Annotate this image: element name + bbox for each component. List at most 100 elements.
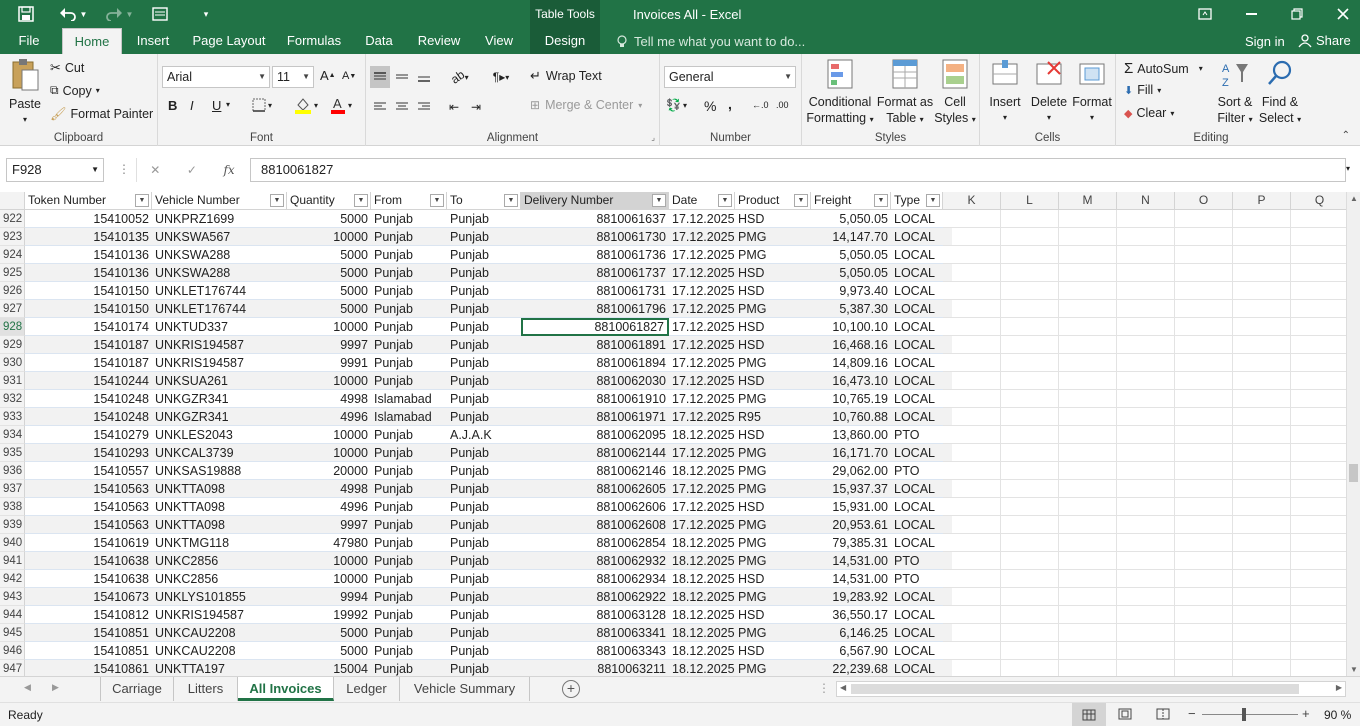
scroll-thumb[interactable] xyxy=(1349,464,1358,482)
empty-cell[interactable] xyxy=(1117,660,1175,676)
cell[interactable]: HSD xyxy=(735,498,811,516)
cell[interactable]: 17.12.2025 xyxy=(669,282,735,300)
cell[interactable]: Punjab xyxy=(447,534,521,552)
empty-cell[interactable] xyxy=(1291,462,1346,480)
cell[interactable]: 8810062605 xyxy=(521,480,669,498)
empty-cell[interactable] xyxy=(1059,480,1117,498)
column-header-8[interactable]: Freight ▼ xyxy=(811,192,891,210)
row-number[interactable]: 929 xyxy=(0,336,25,354)
empty-cell[interactable] xyxy=(1233,264,1291,282)
cell[interactable]: 15410136 xyxy=(25,246,152,264)
empty-cell[interactable] xyxy=(1233,282,1291,300)
column-header-3[interactable]: From ▼ xyxy=(371,192,447,210)
cell[interactable]: 6,146.25 xyxy=(811,624,891,642)
empty-cell[interactable] xyxy=(943,606,1001,624)
cell[interactable]: 13,860.00 xyxy=(811,426,891,444)
empty-cell[interactable] xyxy=(1291,354,1346,372)
cell[interactable]: UNKGZR341 xyxy=(152,408,287,426)
cell[interactable]: 19992 xyxy=(287,606,371,624)
cell[interactable]: 17.12.2025 xyxy=(669,516,735,534)
cell[interactable]: 5000 xyxy=(287,624,371,642)
cell[interactable]: 9997 xyxy=(287,336,371,354)
empty-cell[interactable] xyxy=(1059,336,1117,354)
empty-cell[interactable] xyxy=(1059,588,1117,606)
cell[interactable]: 5000 xyxy=(287,642,371,660)
empty-cell[interactable] xyxy=(1001,318,1059,336)
filter-dropdown-icon[interactable]: ▼ xyxy=(430,194,444,207)
empty-cell[interactable] xyxy=(943,372,1001,390)
cell[interactable]: 15410174 xyxy=(25,318,152,336)
empty-cell[interactable] xyxy=(943,318,1001,336)
cell[interactable]: 5,050.05 xyxy=(811,246,891,264)
cell[interactable]: 17.12.2025 xyxy=(669,444,735,462)
cell[interactable]: 10,765.19 xyxy=(811,390,891,408)
cell[interactable]: 15410135 xyxy=(25,228,152,246)
cell[interactable]: 16,468.16 xyxy=(811,336,891,354)
cell[interactable]: 8810062146 xyxy=(521,462,669,480)
tell-me-box[interactable]: Tell me what you want to do... xyxy=(616,34,805,49)
empty-cell[interactable] xyxy=(943,624,1001,642)
row-number[interactable]: 946 xyxy=(0,642,25,660)
empty-cell[interactable] xyxy=(1175,606,1233,624)
empty-cell[interactable] xyxy=(1117,570,1175,588)
cell[interactable]: 36,550.17 xyxy=(811,606,891,624)
cell[interactable]: HSD xyxy=(735,570,811,588)
empty-cell[interactable] xyxy=(1175,498,1233,516)
row-number[interactable]: 941 xyxy=(0,552,25,570)
cell[interactable]: Punjab xyxy=(371,318,447,336)
cell[interactable]: LOCAL xyxy=(891,246,943,264)
empty-cell[interactable] xyxy=(1233,300,1291,318)
tab-view[interactable]: View xyxy=(478,28,520,54)
empty-cell[interactable] xyxy=(1291,318,1346,336)
cell[interactable]: Punjab xyxy=(447,444,521,462)
empty-cell[interactable] xyxy=(943,498,1001,516)
cell[interactable]: UNKCAU2208 xyxy=(152,642,287,660)
empty-cell[interactable] xyxy=(1175,282,1233,300)
empty-cell[interactable] xyxy=(1117,390,1175,408)
cell[interactable]: 4996 xyxy=(287,408,371,426)
tab-split-handle[interactable]: ⋮ xyxy=(818,681,830,695)
cell[interactable]: Punjab xyxy=(371,606,447,624)
empty-cell[interactable] xyxy=(1291,480,1346,498)
row-number[interactable]: 922 xyxy=(0,210,25,228)
borders-button[interactable]: ▾ xyxy=(252,98,272,112)
cell[interactable]: 8810062854 xyxy=(521,534,669,552)
cell[interactable]: Punjab xyxy=(371,372,447,390)
empty-cell[interactable] xyxy=(1001,588,1059,606)
cell[interactable]: 18.12.2025 xyxy=(669,462,735,480)
cell[interactable]: UNKRIS194587 xyxy=(152,354,287,372)
empty-cell[interactable] xyxy=(1291,498,1346,516)
empty-cell[interactable] xyxy=(1001,408,1059,426)
wrap-text-button[interactable]: ↵ Wrap Text xyxy=(530,68,602,84)
align-top-icon[interactable] xyxy=(370,66,390,88)
scroll-right-icon[interactable]: ▶ xyxy=(1336,683,1342,692)
fill-color-button[interactable]: ▾ xyxy=(294,96,318,114)
cell[interactable]: 17.12.2025 xyxy=(669,336,735,354)
empty-cell[interactable] xyxy=(1059,444,1117,462)
cell[interactable]: PMG xyxy=(735,588,811,606)
cell[interactable]: 8810062934 xyxy=(521,570,669,588)
empty-cell[interactable] xyxy=(1059,660,1117,676)
cell[interactable]: 5000 xyxy=(287,300,371,318)
empty-cell[interactable] xyxy=(943,516,1001,534)
empty-cell[interactable] xyxy=(1233,390,1291,408)
cell[interactable]: 15410136 xyxy=(25,264,152,282)
cell[interactable]: 4996 xyxy=(287,498,371,516)
page-break-view-icon[interactable] xyxy=(1156,708,1170,723)
empty-cell[interactable] xyxy=(1059,210,1117,228)
cell[interactable]: 8810063343 xyxy=(521,642,669,660)
empty-cell[interactable] xyxy=(1001,480,1059,498)
empty-cell[interactable] xyxy=(1233,408,1291,426)
zoom-in-button[interactable]: + xyxy=(1302,706,1310,721)
empty-cell[interactable] xyxy=(1233,444,1291,462)
cell[interactable]: 18.12.2025 xyxy=(669,426,735,444)
save-icon[interactable] xyxy=(14,4,38,24)
cell[interactable]: 8810061736 xyxy=(521,246,669,264)
enter-icon[interactable]: ✓ xyxy=(187,163,197,177)
empty-cell[interactable] xyxy=(1117,606,1175,624)
cell[interactable]: Punjab xyxy=(371,228,447,246)
cell[interactable]: Punjab xyxy=(447,552,521,570)
filter-dropdown-icon[interactable]: ▼ xyxy=(354,194,368,207)
empty-cell[interactable] xyxy=(1291,246,1346,264)
zoom-level[interactable]: 90 % xyxy=(1324,708,1351,722)
